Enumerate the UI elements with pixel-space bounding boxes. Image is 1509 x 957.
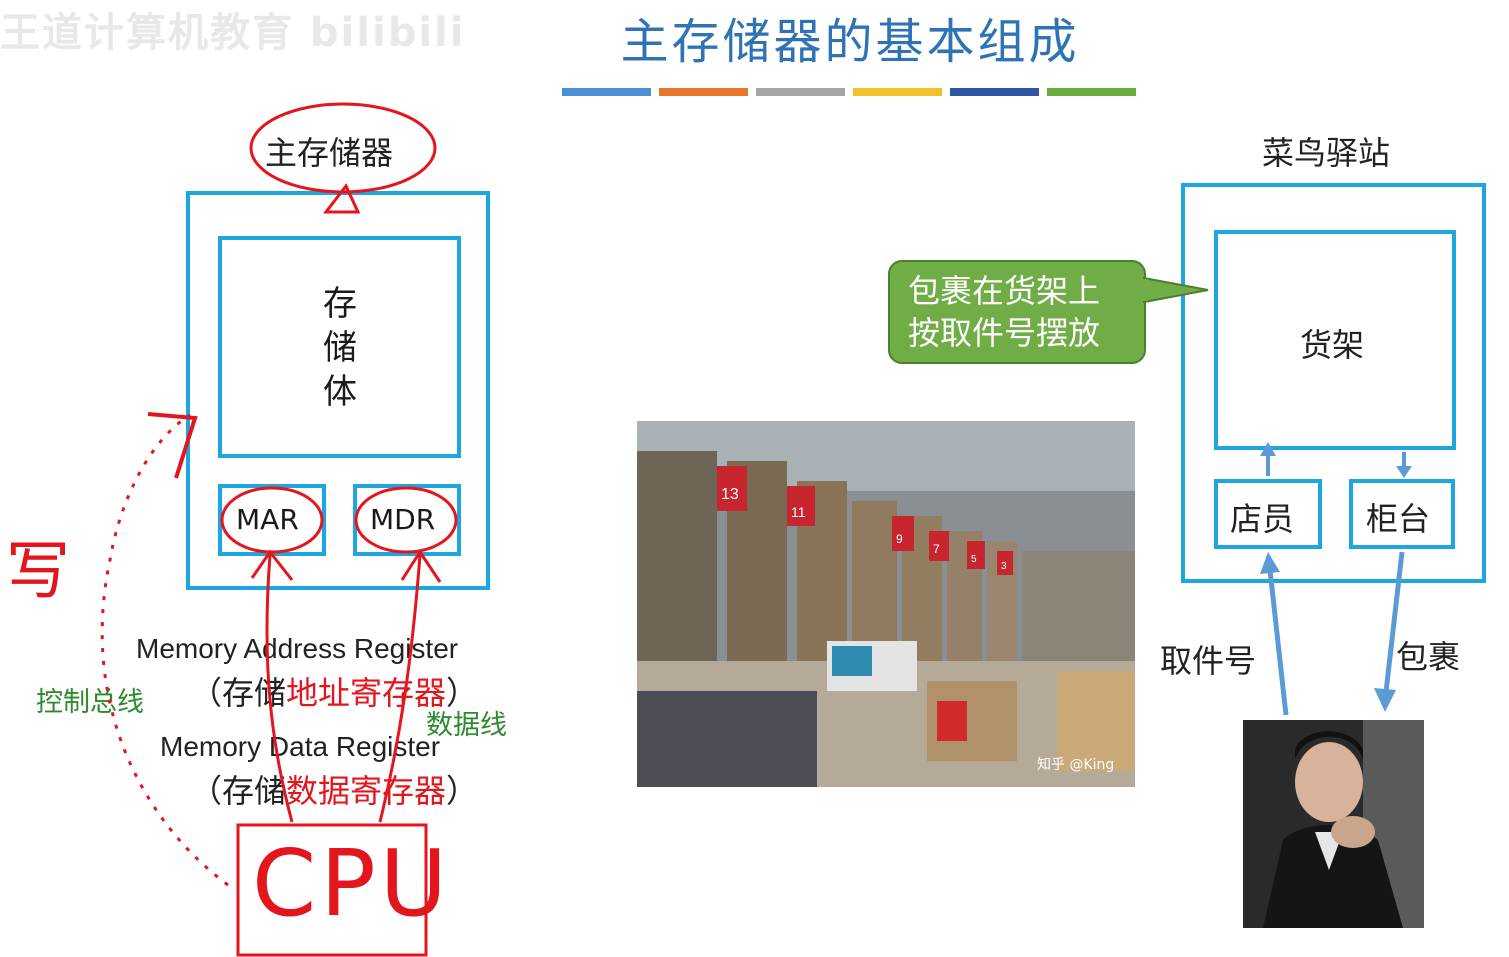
arrowhead-up-icon (1260, 442, 1276, 456)
arrow-counter-to-person (1383, 551, 1405, 693)
callout-line: 按取件号摆放 (908, 314, 1101, 352)
person-photo (1243, 720, 1424, 928)
arrowhead-down-icon (1396, 466, 1412, 478)
red-cpu-box (236, 823, 428, 957)
shelf-number: 3 (1001, 561, 1007, 572)
red-arrowhead-mar (250, 549, 294, 581)
shelf-number: 5 (971, 554, 977, 565)
arrow-person-to-clerk (1267, 569, 1289, 716)
shelf-number: 9 (896, 532, 903, 546)
shelf-number: 11 (791, 504, 806, 520)
red-circle-mar (220, 486, 324, 554)
red-triangle-marker (322, 183, 361, 214)
callout-pointer (1140, 276, 1209, 304)
shelf-callout: 包裹在货架上 按取件号摆放 (888, 260, 1146, 364)
red-circle-main-memory (249, 102, 437, 194)
red-arrow-to-mar (265, 554, 294, 823)
photo-watermark: 知乎 @King (1037, 756, 1114, 773)
red-dotted-control-line (100, 413, 229, 887)
station-title: 菜鸟驿站 (1262, 134, 1391, 172)
shelf-number: 13 (721, 486, 739, 503)
red-arrowhead-control (147, 412, 198, 479)
warehouse-photo: 13 11 9 7 5 3 知乎 @King (637, 421, 1135, 787)
shelf-number: 7 (933, 542, 940, 556)
arrowhead-up-icon (1260, 552, 1280, 574)
shelf-label: 货架 (1300, 326, 1365, 364)
callout-line: 包裹在货架上 (908, 272, 1101, 310)
arrowhead-down-icon (1374, 688, 1396, 712)
red-arrow-to-mdr (378, 554, 422, 823)
red-circle-mdr (354, 486, 458, 554)
analogy-arrows (1260, 442, 1412, 716)
